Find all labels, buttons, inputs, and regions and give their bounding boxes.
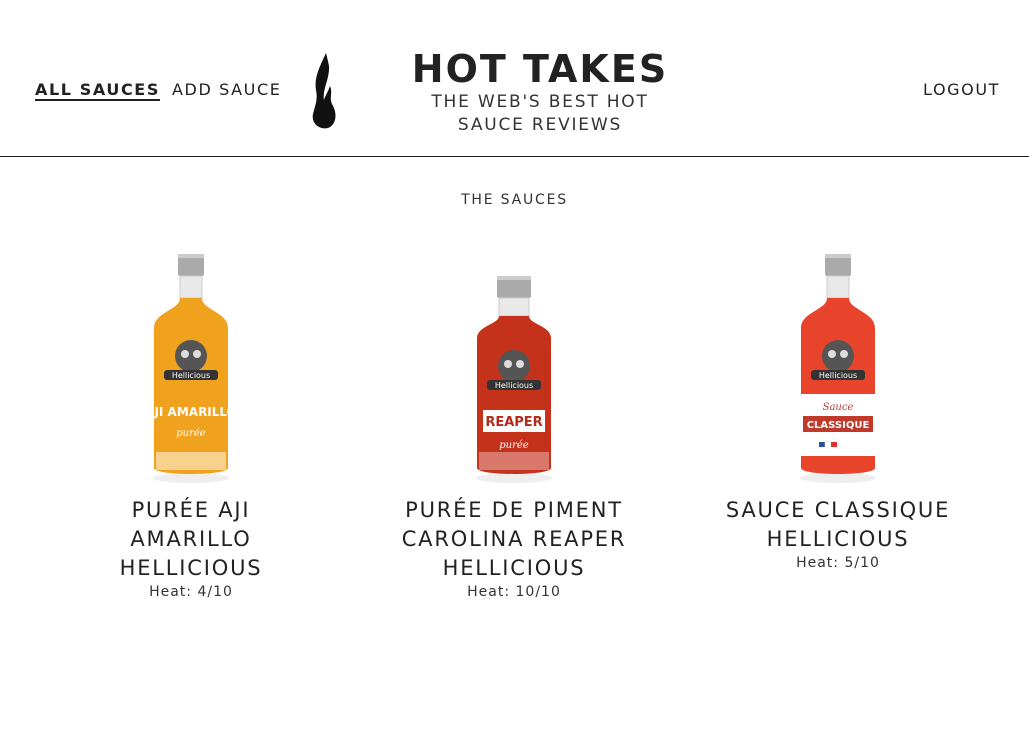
bottle-label-text: CLASSIQUE [807,420,870,431]
sauce-bottle-image: Hellicious AJI AMARILLO purée [146,254,236,483]
bottle-label-text: REAPER [485,415,542,430]
sauce-bottle-image: Hellicious REAPER purée [476,276,552,483]
sauce-card[interactable]: Hellicious AJI AMARILLO purée PURÉE AJI … [76,246,306,601]
sauce-card[interactable]: Hellicious Sauce CLASSIQUE SAUCE CLASSIQ… [723,246,953,572]
nav-all-sauces[interactable]: ALL SAUCES [35,81,160,99]
sauce-bottle-image: Hellicious Sauce CLASSIQUE [800,254,876,483]
sauce-heat: Heat: 10/10 [467,584,561,600]
site-subtitle: THE WEB'S BEST HOT SAUCE REVIEWS [431,92,649,135]
site-title: HOT TAKES [411,47,669,91]
bottle-sub-text: Sauce [823,402,854,413]
bottle-brand-text: Hellicious [172,371,210,380]
sauce-heat: Heat: 4/10 [149,584,233,600]
sauce-card[interactable]: Hellicious REAPER purée PURÉE DE PIMENT … [399,246,629,601]
bottle-sub-text: purée [176,428,206,439]
bottle-sub-text: purée [499,440,529,451]
bottle-brand-text: Hellicious [819,371,857,380]
sauce-name: PURÉE AJI AMARILLO HELLICIOUS [119,498,263,580]
bottle-brand-text: Hellicious [495,381,533,390]
logout-button[interactable]: LOGOUT [923,81,1000,99]
site-header: ALL SAUCES ADD SAUCE HOT TAKES THE WEB'S… [0,0,1029,157]
bottle-label-text: AJI AMARILLO [146,405,236,419]
sauce-name: PURÉE DE PIMENT CAROLINA REAPER HELLICIO… [401,498,627,580]
sauce-heat: Heat: 5/10 [796,555,880,571]
section-heading: THE SAUCES [461,192,568,208]
flame-icon [312,53,336,129]
sauce-name: SAUCE CLASSIQUE HELLICIOUS [725,498,951,551]
nav-add-sauce[interactable]: ADD SAUCE [172,81,281,99]
